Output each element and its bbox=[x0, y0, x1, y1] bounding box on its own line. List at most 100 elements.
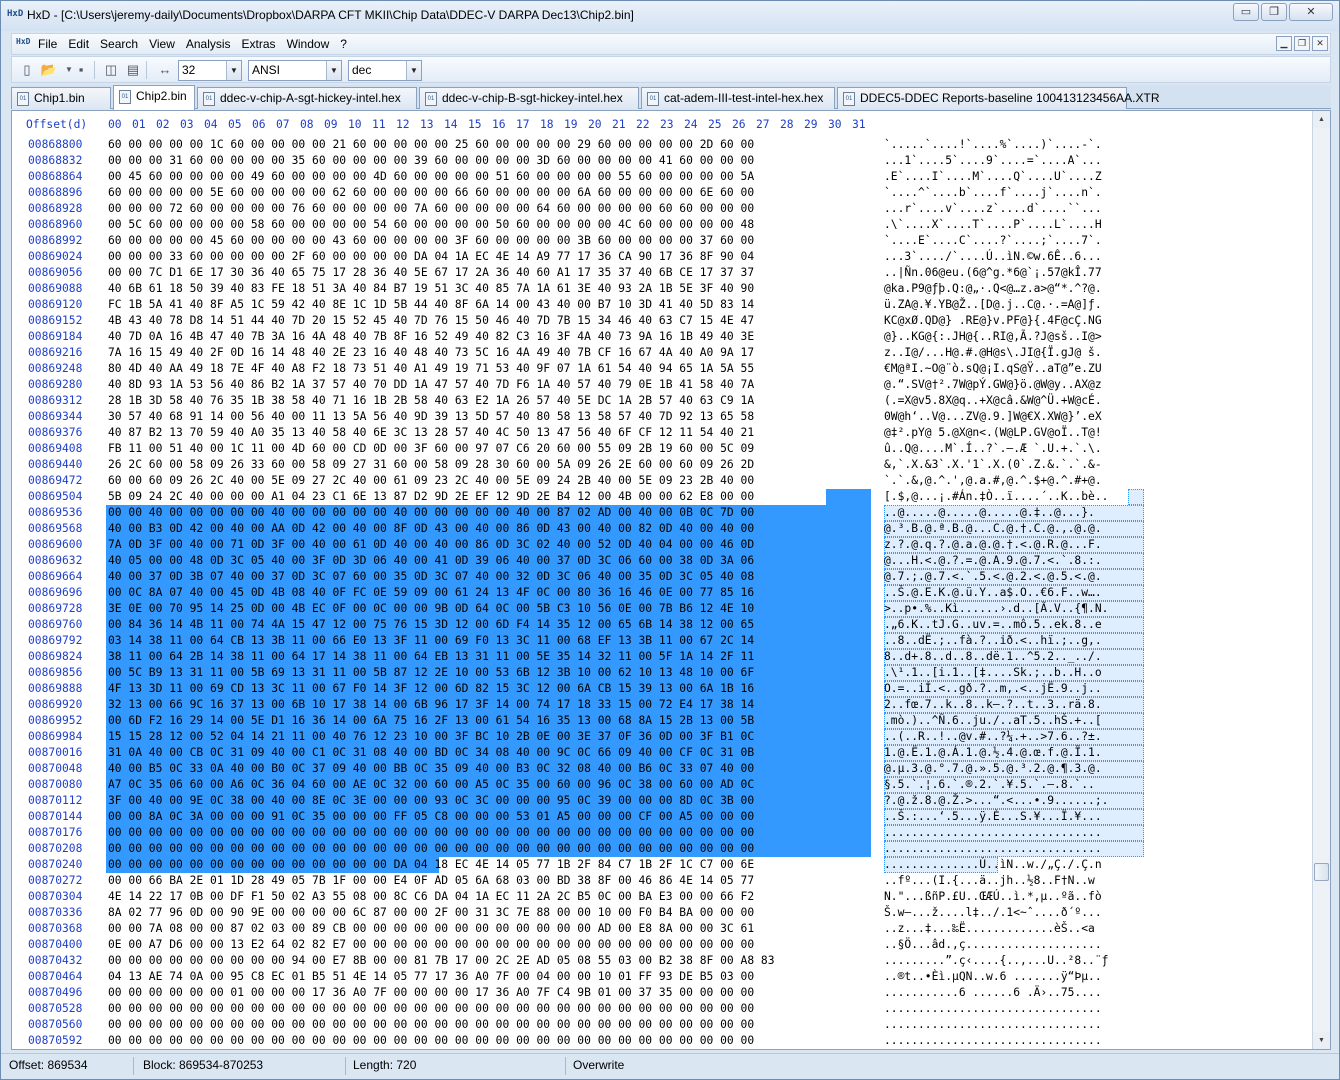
row-text[interactable]: @}..KG@{:.JH@{..RI@‚Ã.?J@sš..I@> bbox=[884, 330, 1102, 343]
row-hex-bytes[interactable]: 15 15 28 12 00 52 04 14 21 11 00 40 76 1… bbox=[108, 730, 754, 743]
row-text[interactable]: ..(..R..!..@v.#..?¼.+..>7.6..?±. bbox=[884, 730, 1102, 743]
row-hex-bytes[interactable]: 00 5C 60 00 00 00 00 58 60 00 00 00 00 5… bbox=[108, 218, 754, 231]
row-hex-bytes[interactable]: 8A 02 77 96 0D 00 90 9E 00 00 00 00 6C 8… bbox=[108, 906, 754, 919]
row-hex-bytes[interactable]: 38 11 00 64 2B 14 38 11 00 64 17 14 38 1… bbox=[108, 650, 754, 663]
row-text[interactable]: `.....`....!`....%`....)`....-`. bbox=[884, 138, 1102, 151]
row-text[interactable]: ..@.....@.....@.....@.‡.­.@...}. bbox=[884, 506, 1095, 519]
row-text[interactable]: 0W@h‘..V@...ZV@.9.]W@€X.XW@}’.eX bbox=[884, 410, 1102, 423]
hex-row[interactable]: 00869856 00 5C B9 13 31 11 00 5B 69 13 31… bbox=[12, 665, 1312, 681]
chevron-down-icon[interactable]: ▼ bbox=[226, 61, 241, 80]
scrollbar-thumb[interactable] bbox=[1314, 863, 1329, 881]
file-tab[interactable]: 01 Chip1.bin bbox=[11, 87, 111, 109]
hex-row[interactable]: 00870464 04 13 AE 74 0A 00 95 C8 EC 01 B5… bbox=[12, 969, 1312, 985]
row-text[interactable]: ü.ZA@.¥.YB@Ž..[D@.j..C@.·.=A@]ƒ. bbox=[884, 298, 1102, 311]
menu-item[interactable]: File bbox=[38, 37, 57, 51]
row-text[interactable]: ..®t..•Èì.µQN..w.6 .......ÿ“Þµ.. bbox=[884, 970, 1102, 983]
row-hex-bytes[interactable]: 00 00 66 BA 2E 01 1D 28 49 05 7B 1F 00 0… bbox=[108, 874, 754, 887]
row-hex-bytes[interactable]: 00 00 00 00 00 00 00 00 00 00 00 00 00 0… bbox=[108, 1018, 754, 1031]
row-text[interactable]: Š.w–...ž....l‡../.1<~ˆ....ð´º... bbox=[884, 906, 1102, 919]
menu-item[interactable]: Extras bbox=[242, 37, 276, 51]
title-bar[interactable]: HxD HxD - [C:\Users\jeremy-daily\Documen… bbox=[1, 1, 1339, 31]
maximize-button[interactable]: ❐ bbox=[1261, 3, 1287, 21]
row-hex-bytes[interactable]: 4E 14 22 17 0B 00 DF F1 50 02 A3 55 08 0… bbox=[108, 890, 754, 903]
menu-item[interactable]: Edit bbox=[68, 37, 89, 51]
row-hex-bytes[interactable]: 00 00 00 33 60 00 00 00 00 2F 60 00 00 0… bbox=[108, 250, 754, 263]
hex-row[interactable]: 00869664 40 00 37 0D 3B 07 40 00 37 0D 3C… bbox=[12, 569, 1312, 585]
row-text[interactable]: .„6.K..tJ.G..uv.=..mô.5..ek.8..e bbox=[884, 618, 1102, 631]
row-text[interactable]: ................................ bbox=[884, 1034, 1102, 1047]
row-text[interactable]: z..I@/...H@.#.@H@s\.JI@{Ï.gJ@ š. bbox=[884, 346, 1102, 359]
row-hex-bytes[interactable]: 00 00 00 31 60 00 00 00 00 35 60 00 00 0… bbox=[108, 154, 754, 167]
row-text[interactable]: ..............Ú..ìN..w./„Ç./.Ç.n bbox=[884, 858, 1102, 871]
row-hex-bytes[interactable]: 60 00 60 09 26 2C 40 00 5E 09 27 2C 40 0… bbox=[108, 474, 754, 487]
row-hex-bytes[interactable]: 3E 0E 00 70 95 14 25 0D 00 4B EC 0F 00 0… bbox=[108, 602, 754, 615]
row-hex-bytes[interactable]: 00 00 00 00 00 00 00 00 00 00 00 00 00 0… bbox=[108, 858, 754, 871]
hex-row[interactable]: 00868832 00 00 00 31 60 00 00 00 00 35 60… bbox=[12, 153, 1312, 169]
hex-row[interactable]: 00870400 0E 00 A7 D6 00 00 13 E2 64 02 82… bbox=[12, 937, 1312, 953]
row-hex-bytes[interactable]: 03 14 38 11 00 64 CB 13 3B 11 00 66 E0 1… bbox=[108, 634, 754, 647]
hex-row[interactable]: 00870368 00 00 7A 08 00 00 87 02 03 00 89… bbox=[12, 921, 1312, 937]
row-text[interactable]: ................................ bbox=[884, 1018, 1102, 1031]
row-text[interactable]: ..§Ö...âd.‚ç.................... bbox=[884, 938, 1102, 951]
row-hex-bytes[interactable]: 60 00 00 00 00 45 60 00 00 00 00 43 60 0… bbox=[108, 234, 754, 247]
hex-row[interactable]: 00870112 3F 00 40 00 9E 0C 38 00 40 00 8E… bbox=[12, 793, 1312, 809]
open-disk-icon[interactable]: ◫ bbox=[102, 61, 120, 79]
mdi-minimize-button[interactable]: ▁ bbox=[1276, 36, 1292, 51]
hex-row[interactable]: 00869088 40 6B 61 18 50 39 40 83 FE 18 51… bbox=[12, 281, 1312, 297]
row-text[interactable]: 2..fœ.7..k..8..k–.?..t..3..rä.8. bbox=[884, 698, 1102, 711]
hex-row[interactable]: 00869472 60 00 60 09 26 2C 40 00 5E 09 27… bbox=[12, 473, 1312, 489]
hex-row[interactable]: 00869632 40 05 00 00 48 0D 3C 05 40 00 3F… bbox=[12, 553, 1312, 569]
hex-row[interactable]: 00868992 60 00 00 00 00 45 60 00 00 00 00… bbox=[12, 233, 1312, 249]
row-hex-bytes[interactable]: 40 05 00 00 48 0D 3C 05 40 00 3F 0D 3D 0… bbox=[108, 554, 754, 567]
row-text[interactable]: ..8..dË.;..fà.?..ið.<..hï.;..g,. bbox=[884, 634, 1102, 647]
menu-item[interactable]: Search bbox=[100, 37, 138, 51]
row-hex-bytes[interactable]: 00 6D F2 16 29 14 00 5E D1 16 36 14 00 6… bbox=[108, 714, 754, 727]
row-hex-bytes[interactable]: 60 00 00 00 00 5E 60 00 00 00 00 62 60 0… bbox=[108, 186, 754, 199]
row-text[interactable]: ................................ bbox=[884, 1002, 1102, 1015]
hex-row[interactable]: 00869280 40 8D 93 1A 53 56 40 86 B2 1A 37… bbox=[12, 377, 1312, 393]
row-text[interactable]: >..p•.%..Kì......›.d..[Ã.V..{¶.N. bbox=[884, 602, 1108, 615]
row-text[interactable]: `....^`....b`....f`....j`....n`. bbox=[884, 186, 1102, 199]
row-text[interactable]: §.5.`.¦.6.`.®.2.`.¥.5.`.–.8.`.­. bbox=[884, 778, 1095, 791]
row-text[interactable]: .E`....I`....M`....Q`....U`....Z bbox=[884, 170, 1102, 183]
row-hex-bytes[interactable]: 5B 09 24 2C 40 00 00 00 A1 04 23 C1 6E 1… bbox=[108, 490, 754, 503]
row-hex-bytes[interactable]: 31 0A 40 00 CB 0C 31 09 40 00 C1 0C 31 0… bbox=[108, 746, 754, 759]
hex-row[interactable]: 00870016 31 0A 40 00 CB 0C 31 09 40 00 C1… bbox=[12, 745, 1312, 761]
hex-row[interactable]: 00868896 60 00 00 00 00 5E 60 00 00 00 00… bbox=[12, 185, 1312, 201]
hex-row[interactable]: 00869312 28 1B 3D 58 40 76 35 1B 38 58 40… bbox=[12, 393, 1312, 409]
row-hex-bytes[interactable]: FB 11 00 51 40 00 1C 11 00 4D 60 00 CD 0… bbox=[108, 442, 754, 455]
row-text[interactable]: O.=..iÍ.<..gð.?..m‚.<..jË.9..j.. bbox=[884, 682, 1102, 695]
row-hex-bytes[interactable]: 0E 00 A7 D6 00 00 13 E2 64 02 82 E7 00 0… bbox=[108, 938, 754, 951]
row-hex-bytes[interactable]: 00 00 40 00 00 00 00 00 40 00 00 00 00 0… bbox=[108, 506, 754, 519]
row-hex-bytes[interactable]: 60 00 00 00 00 1C 60 00 00 00 00 21 60 0… bbox=[108, 138, 754, 151]
row-hex-bytes[interactable]: 00 00 00 00 00 00 00 00 00 94 00 E7 8B 0… bbox=[108, 954, 775, 967]
hex-row[interactable]: 00868864 00 45 60 00 00 00 00 49 60 00 00… bbox=[12, 169, 1312, 185]
open-ram-icon[interactable]: ▤ bbox=[124, 61, 142, 79]
row-text[interactable]: ..|Ñn.06@eu.(6@^g.*6@`¡.57@kÎ.77 bbox=[884, 266, 1102, 279]
save-icon[interactable]: ▪ bbox=[72, 61, 90, 79]
hex-row[interactable]: 00870080 A7 0C 35 06 60 00 A6 0C 36 04 60… bbox=[12, 777, 1312, 793]
row-text[interactable]: ................................ bbox=[884, 826, 1102, 839]
chevron-down-icon[interactable]: ▼ bbox=[326, 61, 341, 80]
row-text[interactable]: ...r`....v`....z`....d`....``... bbox=[884, 202, 1102, 215]
scroll-up-arrow-icon[interactable]: ▲ bbox=[1313, 111, 1330, 128]
row-text[interactable]: `....E`....C`....?`....;`....7`. bbox=[884, 234, 1102, 247]
hex-row[interactable]: 00870560 00 00 00 00 00 00 00 00 00 00 00… bbox=[12, 1017, 1312, 1033]
row-hex-bytes[interactable]: 80 4D 40 AA 49 18 7E 4F 40 A8 F2 18 73 5… bbox=[108, 362, 754, 375]
row-text[interactable]: ..z...‡...‰Ë............­.èŠ..<a bbox=[884, 922, 1095, 935]
row-text[interactable]: @‡².pY@ 5.@X@n<.(W@LP.GV@oÏ..T@! bbox=[884, 426, 1102, 439]
chevron-down-icon[interactable]: ▼ bbox=[406, 61, 421, 80]
scroll-down-arrow-icon[interactable]: ▼ bbox=[1313, 1032, 1330, 1049]
hex-row[interactable]: 00870176 00 00 00 00 00 00 00 00 00 00 00… bbox=[12, 825, 1312, 841]
row-text[interactable]: .........”.ç‹....{..,.­..U..²8..¨ƒ bbox=[884, 954, 1108, 967]
hex-row[interactable]: 00869568 40 00 B3 0D 42 00 40 00 AA 0D 42… bbox=[12, 521, 1312, 537]
document-menu-icon[interactable]: HxD bbox=[16, 37, 30, 51]
row-text[interactable]: û..Q@....M`.Í..?`.—.Æ `.U.+.`.\. bbox=[884, 442, 1102, 455]
row-hex-bytes[interactable]: 3F 00 40 00 9E 0C 38 00 40 00 8E 0C 3E 0… bbox=[108, 794, 754, 807]
menu-item[interactable]: View bbox=[149, 37, 175, 51]
row-text[interactable]: @.³.B.@.ª.B.@...C.@.†.C.@.‚.@.@. bbox=[884, 522, 1102, 535]
row-hex-bytes[interactable]: 00 00 00 00 00 00 00 00 00 00 00 00 00 0… bbox=[108, 826, 754, 839]
open-file-icon[interactable]: 📂 bbox=[40, 61, 58, 79]
mdi-close-button[interactable]: ✕ bbox=[1312, 36, 1328, 51]
hex-row[interactable]: 00869184 40 7D 0A 16 4B 47 40 7B 3A 16 4A… bbox=[12, 329, 1312, 345]
